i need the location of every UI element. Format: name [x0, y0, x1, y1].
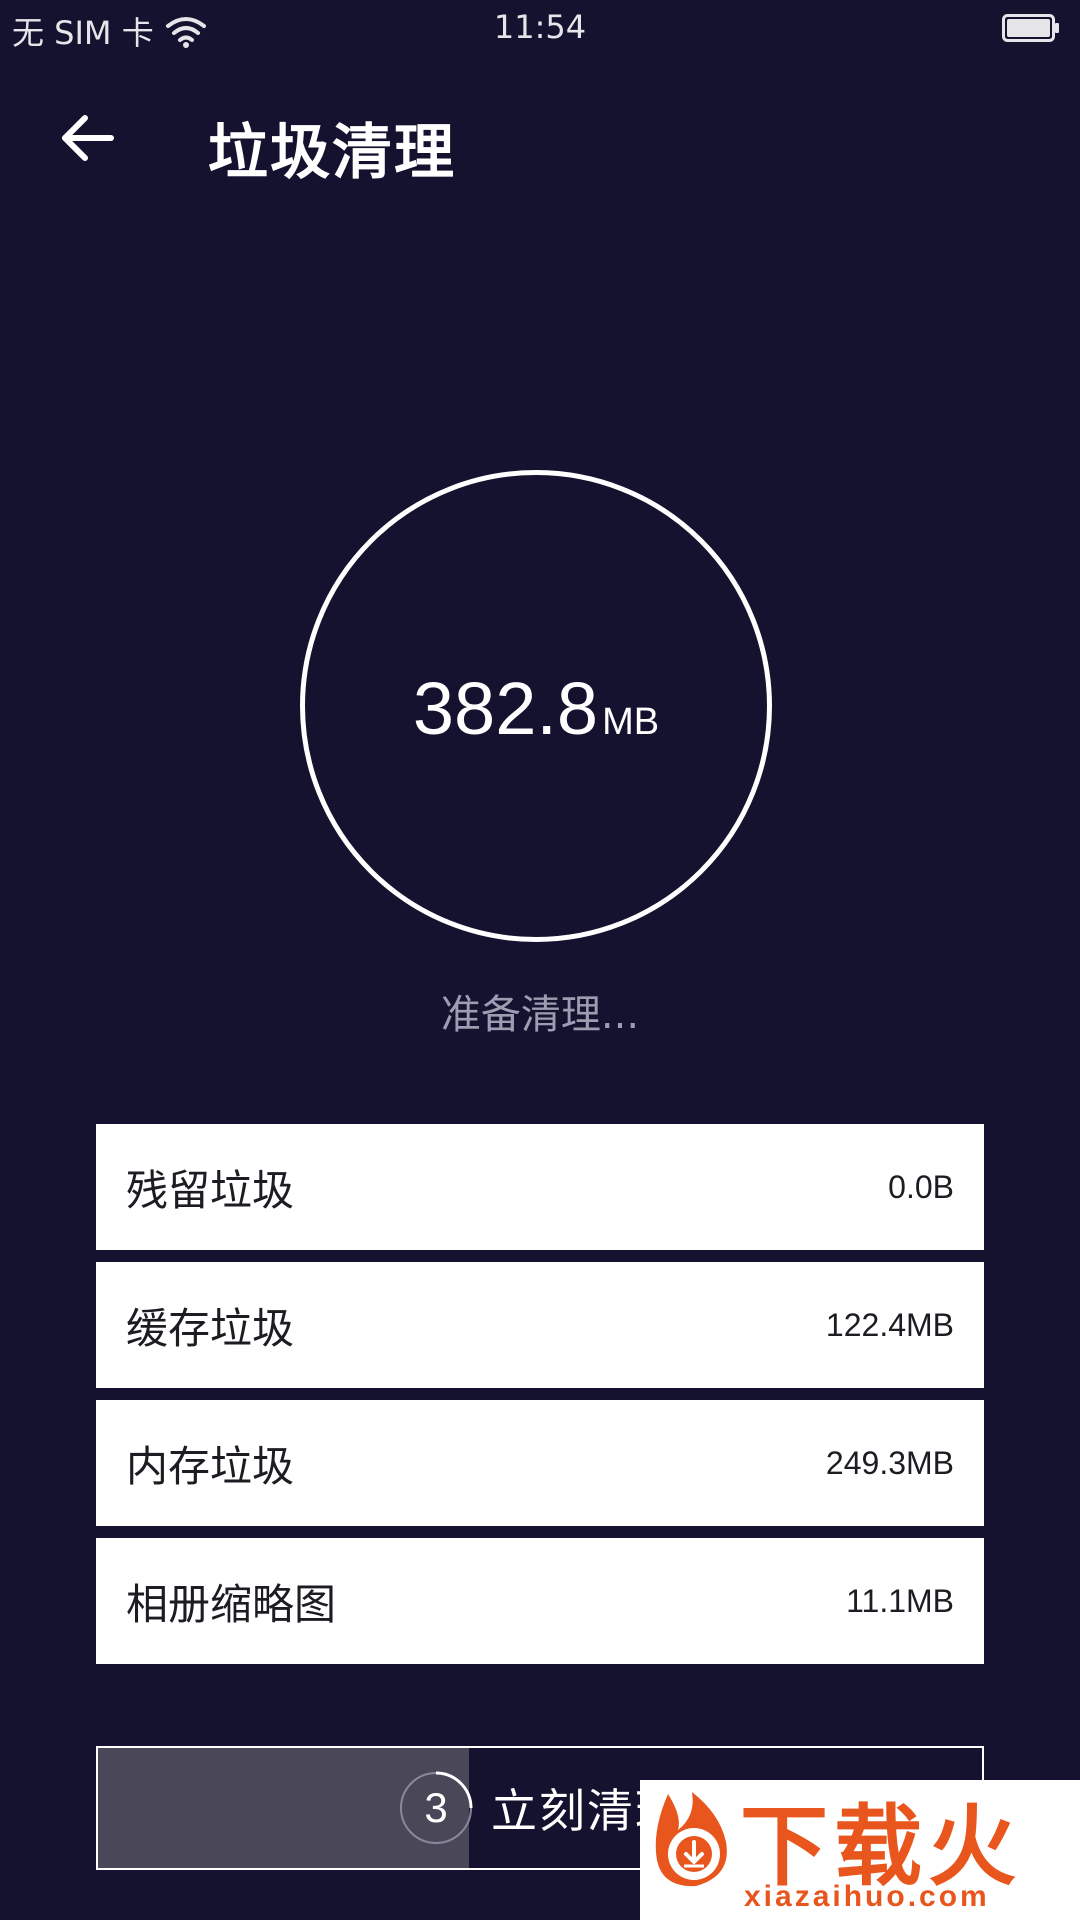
- status-bar: 无 SIM 卡 11:54: [0, 0, 1080, 58]
- countdown-ring: 3: [397, 1769, 475, 1847]
- back-button[interactable]: [50, 100, 126, 176]
- junk-total-unit: MB: [602, 700, 660, 743]
- junk-row-cache[interactable]: 缓存垃圾 122.4MB: [96, 1262, 984, 1388]
- fire-logo-icon: [655, 1792, 727, 1887]
- junk-total-value: 382.8: [412, 666, 599, 750]
- junk-row-value: 122.4MB: [825, 1306, 954, 1343]
- arrow-left-icon: [62, 115, 114, 161]
- junk-row-label: 相册缩略图: [126, 1579, 337, 1629]
- junk-row-value: 0.0B: [888, 1168, 954, 1205]
- junk-row-memory[interactable]: 内存垃圾 249.3MB: [96, 1400, 984, 1526]
- junk-row-value: 11.1MB: [846, 1582, 954, 1619]
- junk-row-value: 249.3MB: [825, 1444, 954, 1481]
- junk-total: 382.8 MB: [413, 666, 659, 751]
- status-time: 11:54: [493, 8, 587, 46]
- watermark: 下载火 xiazaihuo.com: [640, 1780, 1080, 1920]
- junk-row-label: 内存垃圾: [126, 1441, 295, 1491]
- junk-row-residual[interactable]: 残留垃圾 0.0B: [96, 1124, 984, 1250]
- junk-row-label: 缓存垃圾: [126, 1303, 295, 1353]
- junk-category-list: 残留垃圾 0.0B 缓存垃圾 122.4MB 内存垃圾 249.3MB 相册缩略…: [96, 1124, 984, 1676]
- junk-total-circle: 382.8 MB: [300, 470, 772, 942]
- countdown-number: 3: [424, 1784, 448, 1831]
- page-title: 垃圾清理: [208, 118, 456, 188]
- battery-icon: [1002, 14, 1059, 42]
- junk-row-thumbnails[interactable]: 相册缩略图 11.1MB: [96, 1538, 984, 1664]
- junk-row-label: 残留垃圾: [126, 1165, 295, 1215]
- scan-status-text: 准备清理...: [440, 992, 640, 1038]
- header: 垃圾清理: [0, 80, 1080, 190]
- watermark-url: xiazaihuo.com: [744, 1880, 990, 1913]
